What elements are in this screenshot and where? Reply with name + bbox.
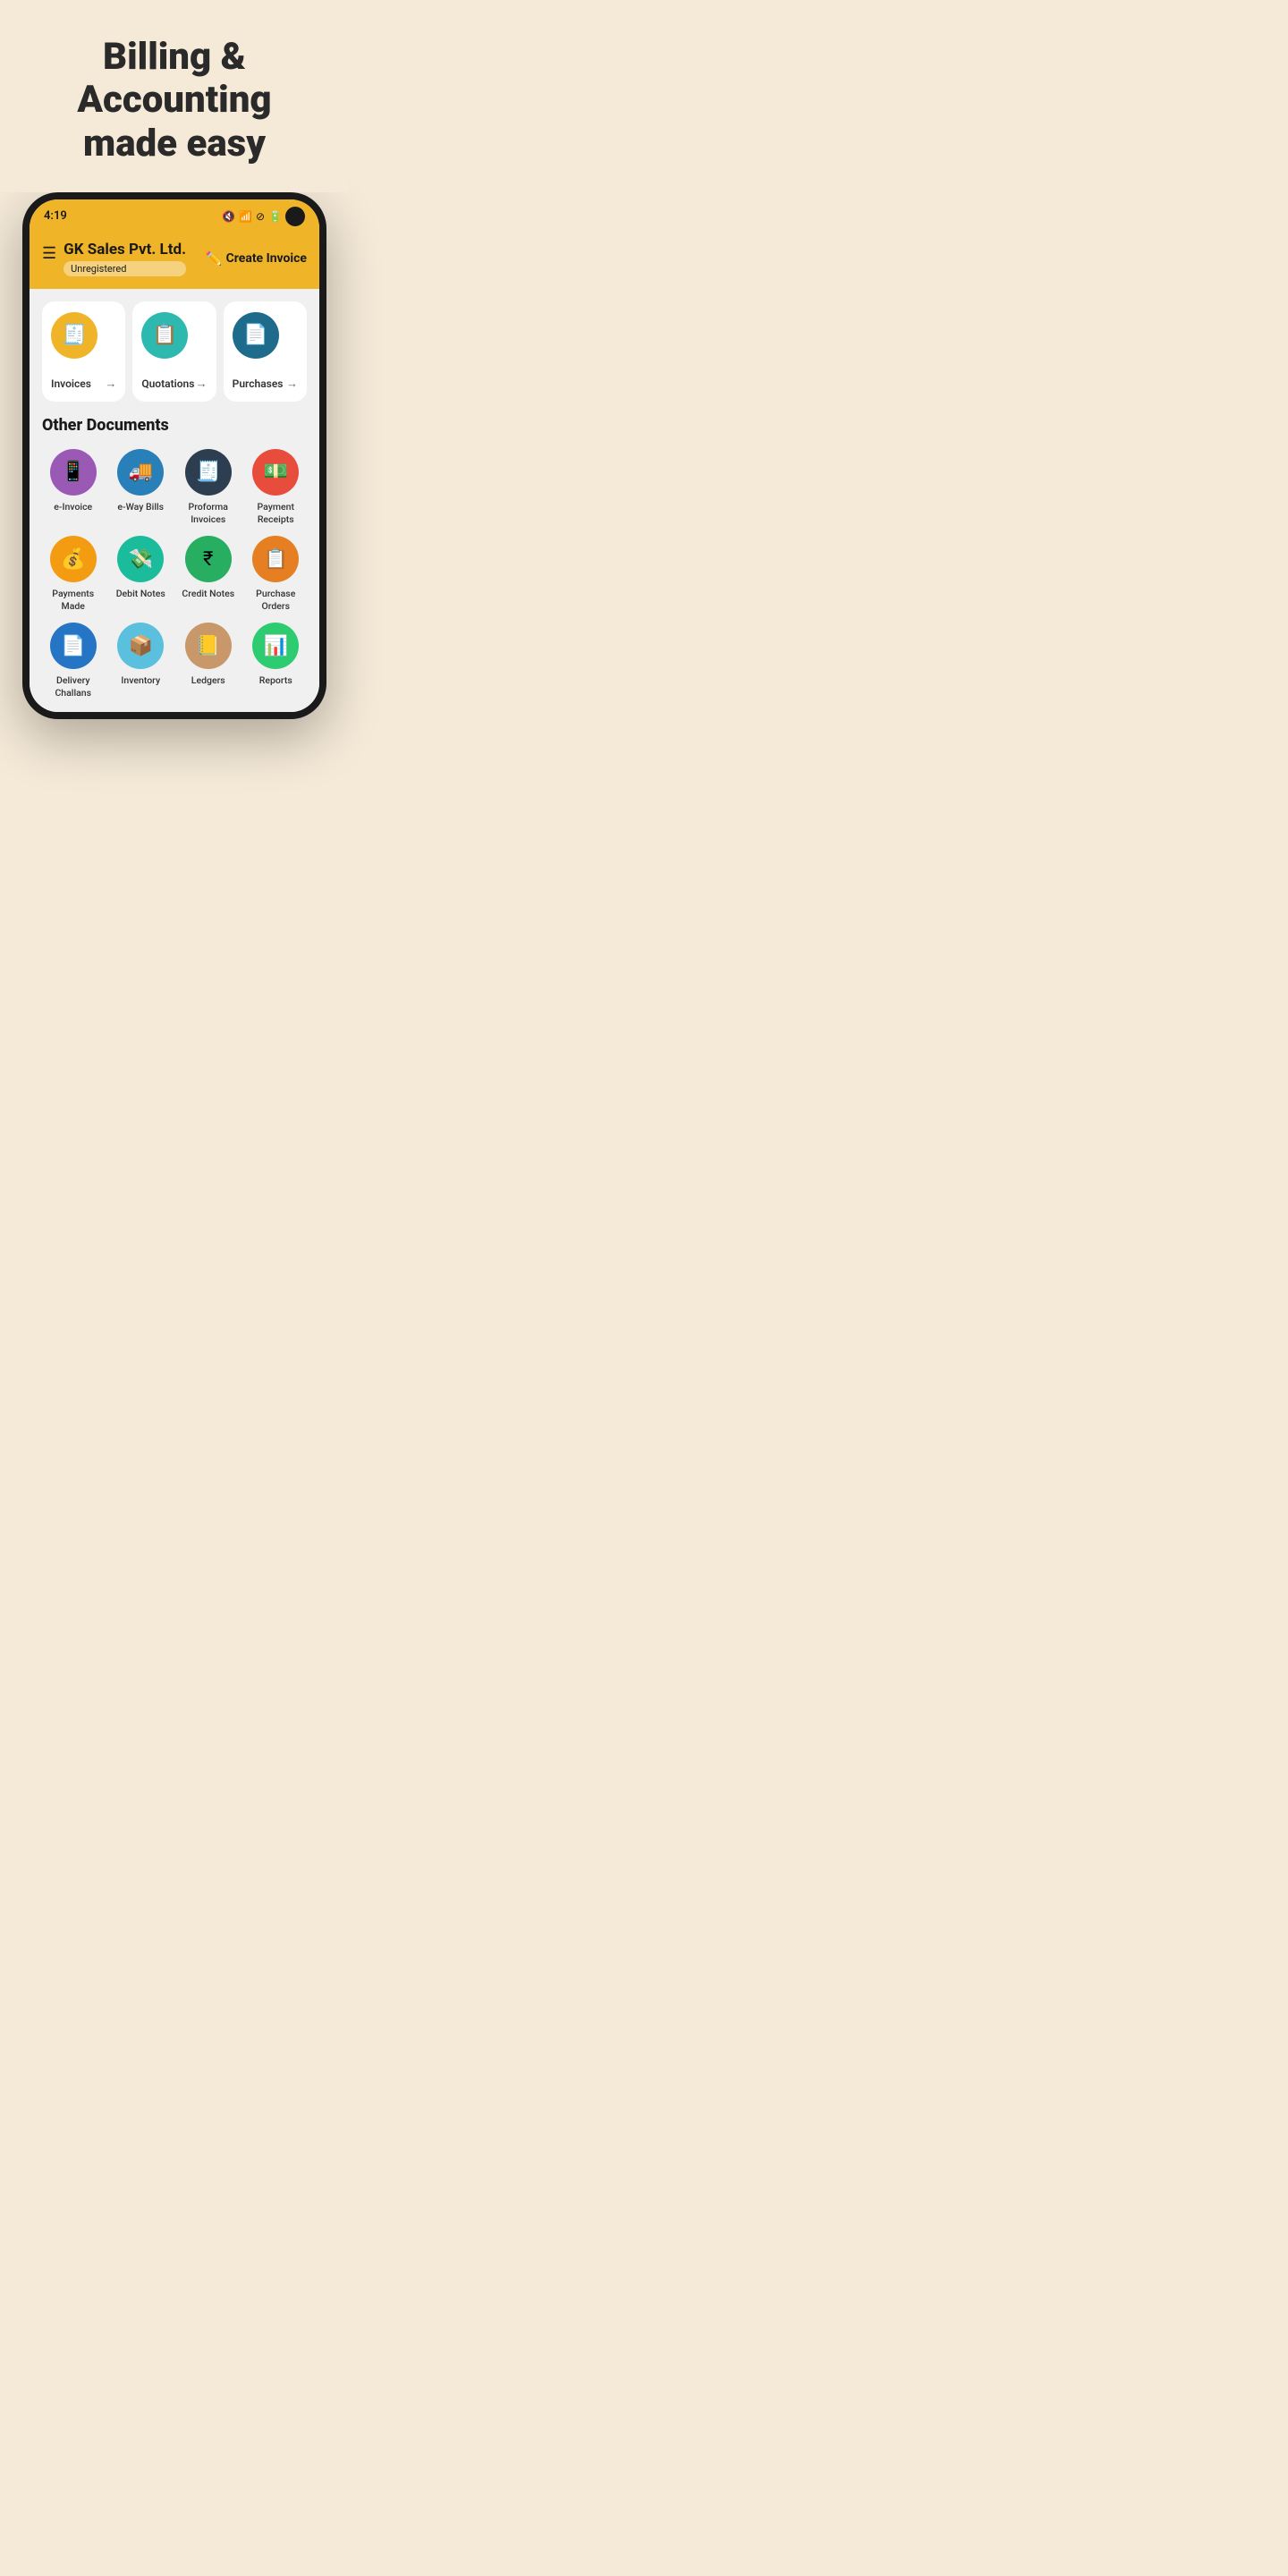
debit-notes-label: Debit Notes: [116, 588, 165, 600]
payments-made-item[interactable]: 💰 Payments Made: [42, 536, 105, 612]
proforma-invoices-icon: 🧾: [185, 449, 232, 496]
payments-made-label: Payments Made: [42, 588, 105, 612]
proforma-invoices-item[interactable]: 🧾 Proforma Invoices: [177, 449, 240, 525]
top-cards: 🧾 Invoices → 📋 Quotations → 📄: [42, 301, 307, 402]
credit-notes-item[interactable]: ₹ Credit Notes: [177, 536, 240, 612]
invoices-label-row: Invoices →: [51, 377, 116, 391]
main-content: 🧾 Invoices → 📋 Quotations → 📄: [30, 289, 319, 712]
quotations-label: Quotations: [141, 377, 194, 390]
battery-icon: 🔋: [268, 210, 282, 223]
invoices-label: Invoices: [51, 377, 91, 390]
invoices-arrow: →: [105, 377, 116, 391]
reports-item[interactable]: 📊 Reports: [245, 623, 308, 699]
ledgers-item[interactable]: 📒 Ledgers: [177, 623, 240, 699]
wifi-icon: 📶: [239, 210, 252, 223]
status-bar: 4:19 🔇 📶 ⊘ 🔋: [30, 199, 319, 233]
create-invoice-label: Create Invoice: [226, 251, 307, 266]
debit-notes-icon: 💸: [117, 536, 164, 582]
purchases-icon: 📄: [233, 312, 279, 359]
reports-label: Reports: [259, 674, 292, 687]
e-invoice-item[interactable]: 📱 e-Invoice: [42, 449, 105, 525]
payment-receipts-item[interactable]: 💵 Payment Receipts: [245, 449, 308, 525]
status-icons: 🔇 📶 ⊘ 🔋: [222, 207, 305, 226]
purchase-orders-label: Purchase Orders: [245, 588, 308, 612]
hero-title: Billing & Accounting made easy: [27, 36, 322, 165]
inventory-item[interactable]: 📦 Inventory: [110, 623, 173, 699]
dnd-icon: ⊘: [256, 210, 265, 223]
quotations-arrow: →: [196, 377, 208, 391]
phone-mockup: 4:19 🔇 📶 ⊘ 🔋 ☰ GK Sales Pvt. Ltd. Unregi…: [22, 192, 326, 719]
quotations-card[interactable]: 📋 Quotations →: [132, 301, 216, 402]
hero-section: Billing & Accounting made easy: [0, 0, 349, 192]
credit-notes-label: Credit Notes: [182, 588, 234, 600]
invoices-icon: 🧾: [51, 312, 97, 359]
quotations-icon: 📋: [141, 312, 188, 359]
app-header: ☰ GK Sales Pvt. Ltd. Unregistered ✏️ Cre…: [30, 233, 319, 289]
camera-circle: [285, 207, 305, 226]
payment-receipts-icon: 💵: [252, 449, 299, 496]
inventory-label: Inventory: [121, 674, 160, 687]
payment-receipts-label: Payment Receipts: [245, 501, 308, 525]
purchase-orders-item[interactable]: 📋 Purchase Orders: [245, 536, 308, 612]
e-invoice-icon: 📱: [50, 449, 97, 496]
e-way-bills-icon: 🚚: [117, 449, 164, 496]
edit-icon: ✏️: [206, 250, 223, 267]
company-name: GK Sales Pvt. Ltd.: [64, 241, 186, 258]
phone-screen: 4:19 🔇 📶 ⊘ 🔋 ☰ GK Sales Pvt. Ltd. Unregi…: [30, 199, 319, 712]
header-left: ☰ GK Sales Pvt. Ltd. Unregistered: [42, 241, 186, 276]
other-docs-title: Other Documents: [42, 416, 307, 435]
reports-icon: 📊: [252, 623, 299, 669]
mute-icon: 🔇: [222, 210, 235, 223]
e-way-bills-label: e-Way Bills: [117, 501, 164, 513]
other-docs-section: Other Documents 📱 e-Invoice 🚚 e-Way Bill…: [42, 416, 307, 699]
e-way-bills-item[interactable]: 🚚 e-Way Bills: [110, 449, 173, 525]
purchases-card[interactable]: 📄 Purchases →: [224, 301, 307, 402]
status-time: 4:19: [44, 209, 67, 223]
hamburger-icon[interactable]: ☰: [42, 244, 56, 263]
purchases-label-row: Purchases →: [233, 377, 298, 391]
credit-notes-icon: ₹: [185, 536, 232, 582]
delivery-challans-icon: 📄: [50, 623, 97, 669]
e-invoice-label: e-Invoice: [54, 501, 92, 513]
company-info: GK Sales Pvt. Ltd. Unregistered: [64, 241, 186, 276]
debit-notes-item[interactable]: 💸 Debit Notes: [110, 536, 173, 612]
delivery-challans-label: Delivery Challans: [42, 674, 105, 699]
ledgers-label: Ledgers: [191, 674, 225, 687]
delivery-challans-item[interactable]: 📄 Delivery Challans: [42, 623, 105, 699]
create-invoice-button[interactable]: ✏️ Create Invoice: [206, 250, 307, 267]
docs-grid: 📱 e-Invoice 🚚 e-Way Bills 🧾 Proforma Inv…: [42, 449, 307, 699]
purchases-label: Purchases: [233, 377, 284, 390]
invoices-card[interactable]: 🧾 Invoices →: [42, 301, 125, 402]
purchase-orders-icon: 📋: [252, 536, 299, 582]
purchases-arrow: →: [286, 377, 298, 391]
proforma-invoices-label: Proforma Invoices: [177, 501, 240, 525]
inventory-icon: 📦: [117, 623, 164, 669]
ledgers-icon: 📒: [185, 623, 232, 669]
unregistered-badge: Unregistered: [64, 261, 186, 276]
quotations-label-row: Quotations →: [141, 377, 207, 391]
payments-made-icon: 💰: [50, 536, 97, 582]
